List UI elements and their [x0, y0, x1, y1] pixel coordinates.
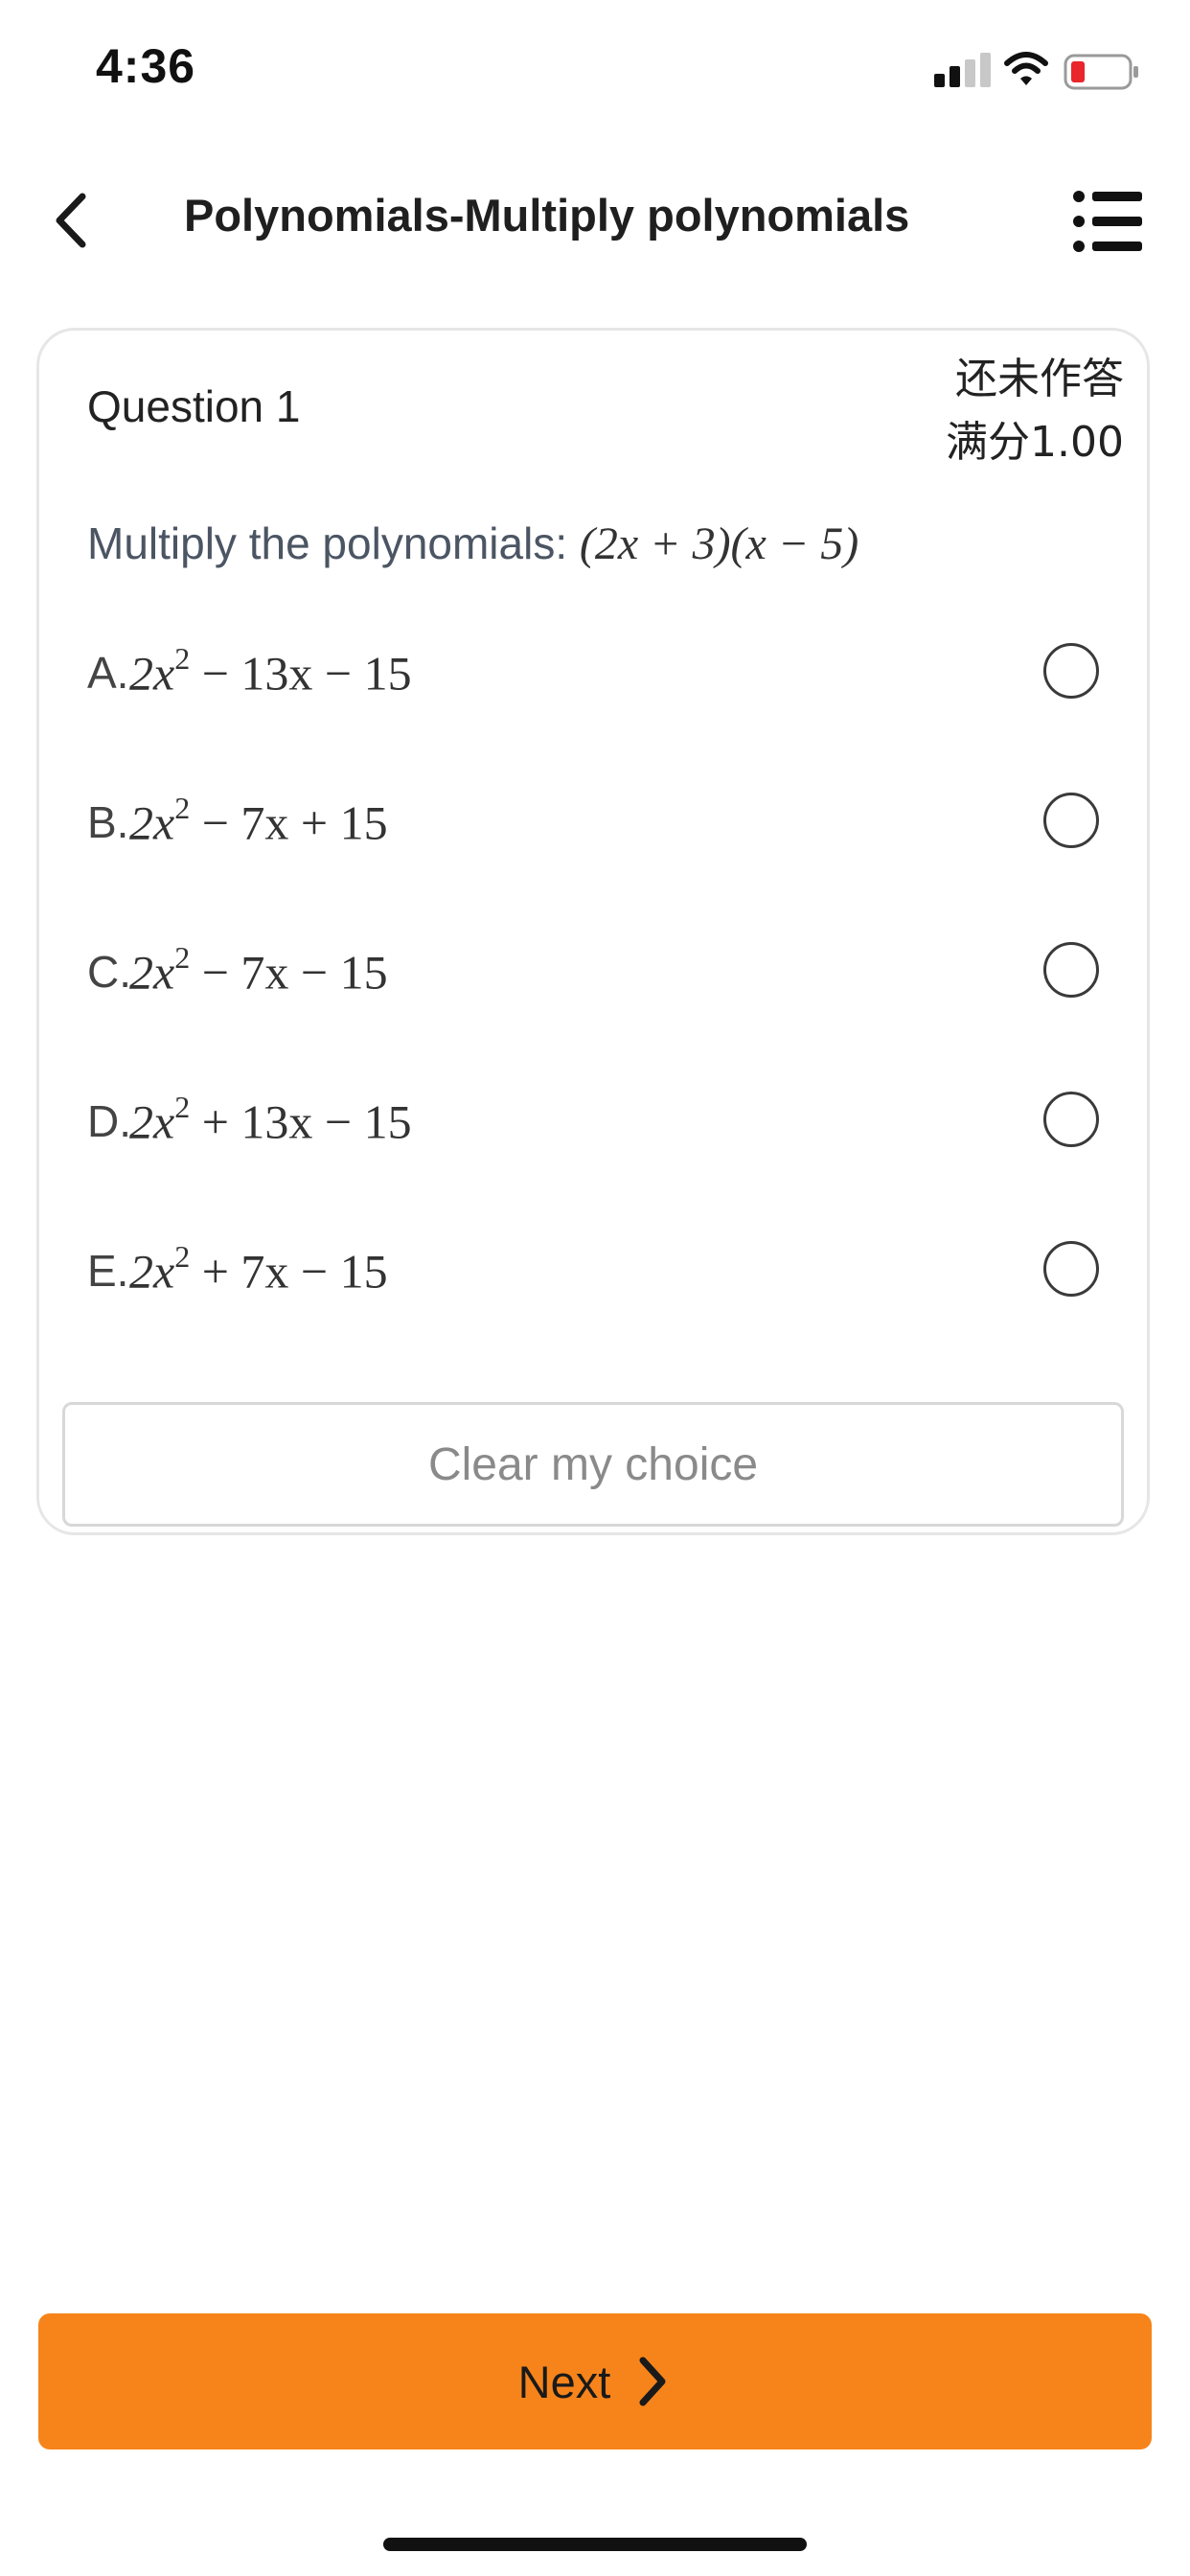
question-prompt-math: (2x + 3)(x − 5) [579, 518, 859, 569]
header: Polynomials-Multiply polynomials [0, 168, 1190, 273]
option-a[interactable]: A. 2x2 − 13x − 15 [39, 618, 1147, 733]
option-letter: B. [87, 797, 129, 847]
status-bar: 4:36 [0, 0, 1190, 144]
radio-button[interactable] [1043, 643, 1099, 699]
option-expression: 2x2 − 7x + 15 [129, 791, 388, 851]
clear-choice-button[interactable]: Clear my choice [62, 1402, 1124, 1527]
option-d[interactable]: D. 2x2 + 13x − 15 [39, 1067, 1147, 1182]
option-term: 2x [129, 795, 175, 850]
wifi-icon [1004, 52, 1048, 85]
radio-button[interactable] [1043, 1241, 1099, 1297]
option-exponent: 2 [174, 641, 191, 676]
option-c[interactable]: C. 2x2 − 7x − 15 [39, 917, 1147, 1032]
battery-low-icon [1064, 54, 1138, 90]
radio-button[interactable] [1043, 942, 1099, 998]
question-number: Question 1 [87, 381, 301, 431]
chevron-right-icon [639, 2357, 666, 2406]
radio-button[interactable] [1043, 1092, 1099, 1147]
option-term: 2x [129, 1244, 175, 1299]
option-letter: E. [87, 1246, 129, 1296]
next-button[interactable]: Next [38, 2313, 1152, 2450]
question-status-group: 还未作答 满分1.00 [946, 348, 1124, 474]
list-icon[interactable] [1071, 183, 1148, 260]
max-points: 满分1.00 [946, 418, 1124, 467]
option-term: 2x [129, 646, 175, 701]
option-rest: − 13x − 15 [190, 646, 412, 701]
option-expression: 2x2 + 13x − 15 [129, 1090, 412, 1150]
option-expression: 2x2 − 13x − 15 [129, 641, 412, 702]
option-letter: C. [87, 947, 131, 997]
option-letter: D. [87, 1096, 131, 1146]
question-prompt: Multiply the polynomials: (2x + 3)(x − 5… [87, 518, 858, 570]
option-letter: A. [87, 648, 129, 698]
question-card: Question 1 还未作答 满分1.00 Multiply the poly… [36, 328, 1150, 1535]
option-e[interactable]: E. 2x2 + 7x − 15 [39, 1216, 1147, 1331]
radio-button[interactable] [1043, 793, 1099, 848]
option-term: 2x [129, 1094, 175, 1149]
chevron-left-icon[interactable] [46, 187, 94, 254]
option-rest: − 7x − 15 [190, 945, 388, 1000]
option-expression: 2x2 + 7x − 15 [129, 1239, 388, 1300]
option-rest: + 13x − 15 [190, 1094, 412, 1149]
next-label: Next [517, 2356, 611, 2407]
option-b[interactable]: B. 2x2 − 7x + 15 [39, 768, 1147, 883]
page-title: Polynomials-Multiply polynomials [184, 190, 910, 241]
answer-status: 还未作答 [955, 355, 1124, 403]
option-term: 2x [129, 945, 175, 1000]
status-time: 4:36 [96, 39, 196, 93]
signal-icon [934, 53, 991, 87]
option-rest: − 7x + 15 [190, 795, 388, 850]
option-exponent: 2 [174, 791, 191, 825]
option-rest: + 7x − 15 [190, 1244, 388, 1299]
home-indicator [383, 2538, 807, 2551]
option-exponent: 2 [174, 1090, 191, 1124]
option-exponent: 2 [174, 1239, 191, 1274]
option-expression: 2x2 − 7x − 15 [129, 940, 388, 1000]
option-exponent: 2 [174, 940, 191, 975]
question-prompt-text: Multiply the polynomials: [87, 518, 580, 568]
